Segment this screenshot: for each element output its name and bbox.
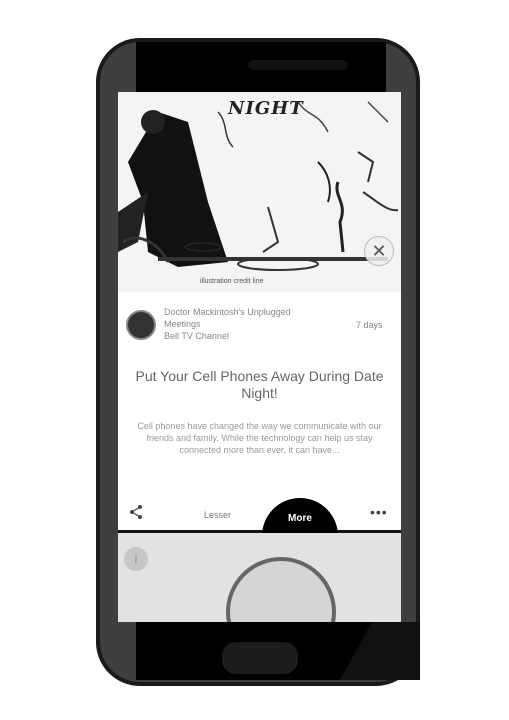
share-icon[interactable] <box>128 504 144 520</box>
post-time: 7 days <box>356 320 383 330</box>
author-handle: Bell TV Channel <box>164 331 229 341</box>
article-title[interactable]: Put Your Cell Phones Away During Date Ni… <box>128 368 391 402</box>
hero-title: NIGHT <box>228 98 304 119</box>
next-card-preview[interactable]: i <box>118 533 401 622</box>
hero-illustration: NIGHT illustration credit line ✕ <box>118 92 401 292</box>
app-screen: NIGHT illustration credit line ✕ Doctor … <box>118 92 401 622</box>
speaker-grille <box>248 60 348 70</box>
author-name: Doctor Mackintosh's Unplugged <box>164 307 291 317</box>
home-button[interactable] <box>220 640 300 676</box>
article-body: Cell phones have changed the way we comm… <box>137 421 382 455</box>
author-row[interactable]: Doctor Mackintosh's Unplugged Meetings B… <box>118 302 401 352</box>
lesser-button[interactable]: Lesser <box>204 510 231 520</box>
hero-caption: illustration credit line <box>200 278 264 285</box>
circle-graphic <box>226 557 336 622</box>
ellipsis-icon[interactable]: ••• <box>370 504 388 520</box>
more-button[interactable]: More <box>262 498 338 538</box>
info-icon[interactable]: i <box>124 547 148 571</box>
hero-artwork <box>118 101 399 271</box>
close-icon[interactable]: ✕ <box>364 236 394 266</box>
phone-top-bezel <box>136 42 386 92</box>
avatar[interactable] <box>126 310 156 340</box>
author-info: Doctor Mackintosh's Unplugged Meetings B… <box>164 306 344 342</box>
action-bar: Lesser More ••• <box>118 496 401 538</box>
author-name-line2: Meetings <box>164 319 201 329</box>
phone-frame: NIGHT illustration credit line ✕ Doctor … <box>96 38 420 686</box>
